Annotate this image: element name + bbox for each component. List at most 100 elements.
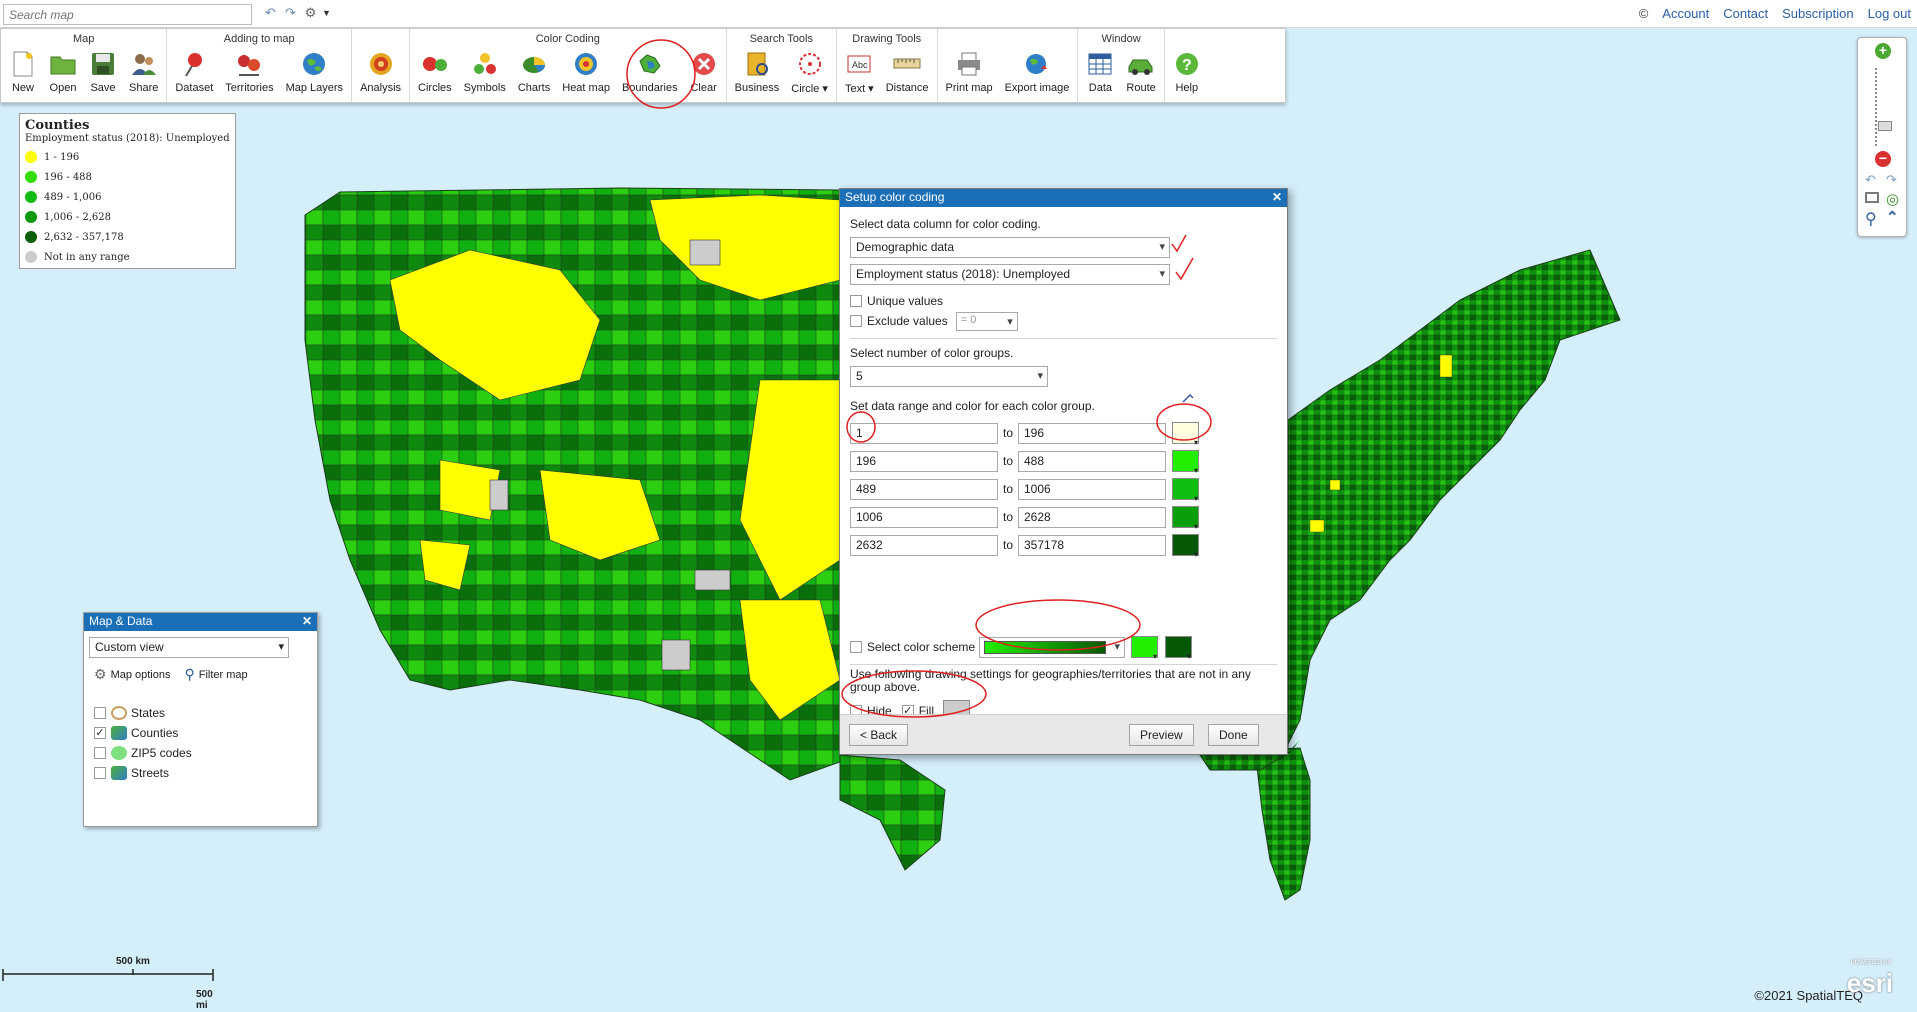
analysis-button[interactable]: Analysis (354, 47, 407, 94)
business-button[interactable]: Business (729, 47, 786, 95)
filter-map-button[interactable]: ⚲ Filter map (185, 666, 248, 683)
range-row: 1006 to 2628 (850, 503, 1277, 531)
clear-button[interactable]: Clear (684, 47, 724, 94)
redo-icon[interactable]: ↷ (282, 6, 299, 20)
counties-boundaries-icon (111, 726, 127, 740)
range-from-input[interactable]: 1006 (850, 506, 998, 528)
preview-button[interactable]: Preview (1129, 724, 1194, 746)
color-scheme-option[interactable]: Select color scheme (850, 636, 1193, 661)
layer-checkbox[interactable] (94, 747, 106, 759)
panel-close-icon[interactable]: ✕ (302, 614, 312, 630)
undo-icon[interactable]: ↶ (262, 6, 279, 20)
unique-values-checkbox[interactable] (850, 295, 862, 307)
search-map-input[interactable] (3, 4, 252, 25)
range-to-label: to (1002, 454, 1013, 468)
zoom-slider-handle[interactable] (1878, 121, 1892, 131)
exclude-values-option[interactable]: Exclude values = 0 (850, 311, 1277, 331)
new-button[interactable]: New (3, 47, 43, 94)
range-to-input[interactable]: 1006 (1018, 478, 1166, 500)
not-in-group-text: Use following drawing settings for geogr… (850, 667, 1251, 694)
color-scheme-select[interactable] (979, 636, 1126, 658)
open-button[interactable]: Open (43, 47, 83, 94)
layer-checkbox[interactable] (94, 767, 106, 779)
export-image-button[interactable]: Export image (999, 47, 1076, 94)
legend-item: 1 - 196 (25, 147, 230, 167)
range-to-input[interactable]: 357178 (1018, 534, 1166, 556)
range-from-input[interactable]: 196 (850, 450, 998, 472)
scheme-end-color-swatch[interactable] (1165, 636, 1193, 661)
range-color-swatch[interactable] (1172, 534, 1199, 559)
nav-back-icon[interactable]: ↶ (1865, 172, 1876, 188)
pan-up-icon[interactable]: ⌃ (1886, 208, 1899, 226)
range-from-input[interactable]: 489 (850, 478, 998, 500)
gear-icon[interactable]: ⚙ (302, 6, 319, 20)
account-links: © Account Contact Subscription Log out (1639, 6, 1911, 21)
logout-link[interactable]: Log out (1868, 6, 1911, 21)
range-to-input[interactable]: 196 (1018, 422, 1166, 444)
select-column-label: Select data column for color coding. (850, 217, 1041, 231)
range-from-input[interactable]: 2632 (850, 534, 998, 556)
zoom-full-icon[interactable]: ◎ (1886, 190, 1899, 208)
color-scheme-checkbox[interactable] (850, 641, 862, 653)
zoom-in-icon[interactable]: + (1875, 43, 1891, 59)
data-source-select[interactable]: Demographic data (850, 237, 1170, 258)
dataset-button[interactable]: Dataset (169, 47, 219, 94)
exclude-values-checkbox[interactable] (850, 315, 862, 327)
dropdown-icon[interactable]: ▼ (322, 6, 331, 20)
unique-values-option[interactable]: Unique values (850, 291, 1277, 311)
data-button[interactable]: Data (1080, 47, 1120, 94)
exclude-operator-select[interactable]: = 0 (955, 311, 1018, 331)
territories-button[interactable]: Territories (219, 47, 279, 94)
range-to-input[interactable]: 2628 (1018, 506, 1166, 528)
range-color-swatch[interactable] (1172, 478, 1199, 503)
boundaries-button[interactable]: Boundaries (616, 47, 684, 94)
range-from-input[interactable]: 1 (850, 422, 998, 444)
layer-item[interactable]: Streets (84, 763, 317, 783)
dialog-close-icon[interactable]: ✕ (1272, 190, 1282, 206)
zoom-magnifier-icon[interactable]: ⚲ (1865, 209, 1877, 229)
account-link[interactable]: Account (1662, 6, 1709, 21)
circle-search-button[interactable]: Circle ▾ (785, 47, 834, 95)
pie-chart-icon (520, 50, 548, 78)
range-color-swatch[interactable] (1172, 506, 1199, 531)
done-button[interactable]: Done (1208, 724, 1259, 746)
layer-checkbox[interactable] (94, 707, 106, 719)
layer-item[interactable]: ZIP5 codes (84, 743, 317, 763)
zoom-rectangle-icon[interactable] (1865, 192, 1879, 203)
button-label: Circle ▾ (791, 83, 828, 95)
range-to-input[interactable]: 488 (1018, 450, 1166, 472)
button-label: Data (1088, 82, 1113, 94)
legend-item: Not in any range (25, 247, 230, 267)
symbols-button[interactable]: Symbols (458, 47, 512, 94)
map-layers-button[interactable]: Map Layers (280, 47, 349, 94)
nav-forward-icon[interactable]: ↷ (1886, 172, 1897, 188)
legend-color-dot-icon (25, 191, 37, 203)
charts-button[interactable]: Charts (512, 47, 556, 94)
button-label: Symbols (463, 82, 506, 94)
save-button[interactable]: Save (83, 47, 123, 94)
heat-map-button[interactable]: Heat map (556, 47, 616, 94)
help-button[interactable]: ? Help (1167, 47, 1207, 94)
range-color-swatch[interactable] (1172, 450, 1199, 475)
data-column-select[interactable]: Employment status (2018): Unemployed (850, 264, 1170, 285)
route-button[interactable]: Route (1120, 47, 1161, 94)
contact-link[interactable]: Contact (1723, 6, 1768, 21)
circles-button[interactable]: Circles (412, 47, 458, 94)
layer-item[interactable]: ✓ Counties (84, 723, 317, 743)
map-options-button[interactable]: ⚙ Map options (94, 666, 171, 683)
zoom-out-icon[interactable]: − (1875, 151, 1891, 167)
view-select[interactable]: Custom view (89, 637, 289, 658)
subscription-link[interactable]: Subscription (1782, 6, 1854, 21)
zoom-slider[interactable] (1875, 68, 1891, 146)
print-map-button[interactable]: Print map (940, 47, 999, 94)
back-button[interactable]: < Back (849, 724, 909, 746)
range-color-swatch[interactable] (1172, 422, 1199, 447)
distance-button[interactable]: Distance (880, 47, 935, 95)
scheme-start-color-swatch[interactable] (1131, 636, 1159, 661)
layer-checkbox[interactable]: ✓ (94, 727, 106, 739)
share-button[interactable]: Share (123, 47, 164, 94)
num-groups-select[interactable]: 5 (850, 366, 1048, 387)
layer-item[interactable]: States (84, 703, 317, 723)
gear-icon: ⚙ (94, 666, 107, 682)
text-button[interactable]: Abc Text ▾ (839, 47, 880, 95)
